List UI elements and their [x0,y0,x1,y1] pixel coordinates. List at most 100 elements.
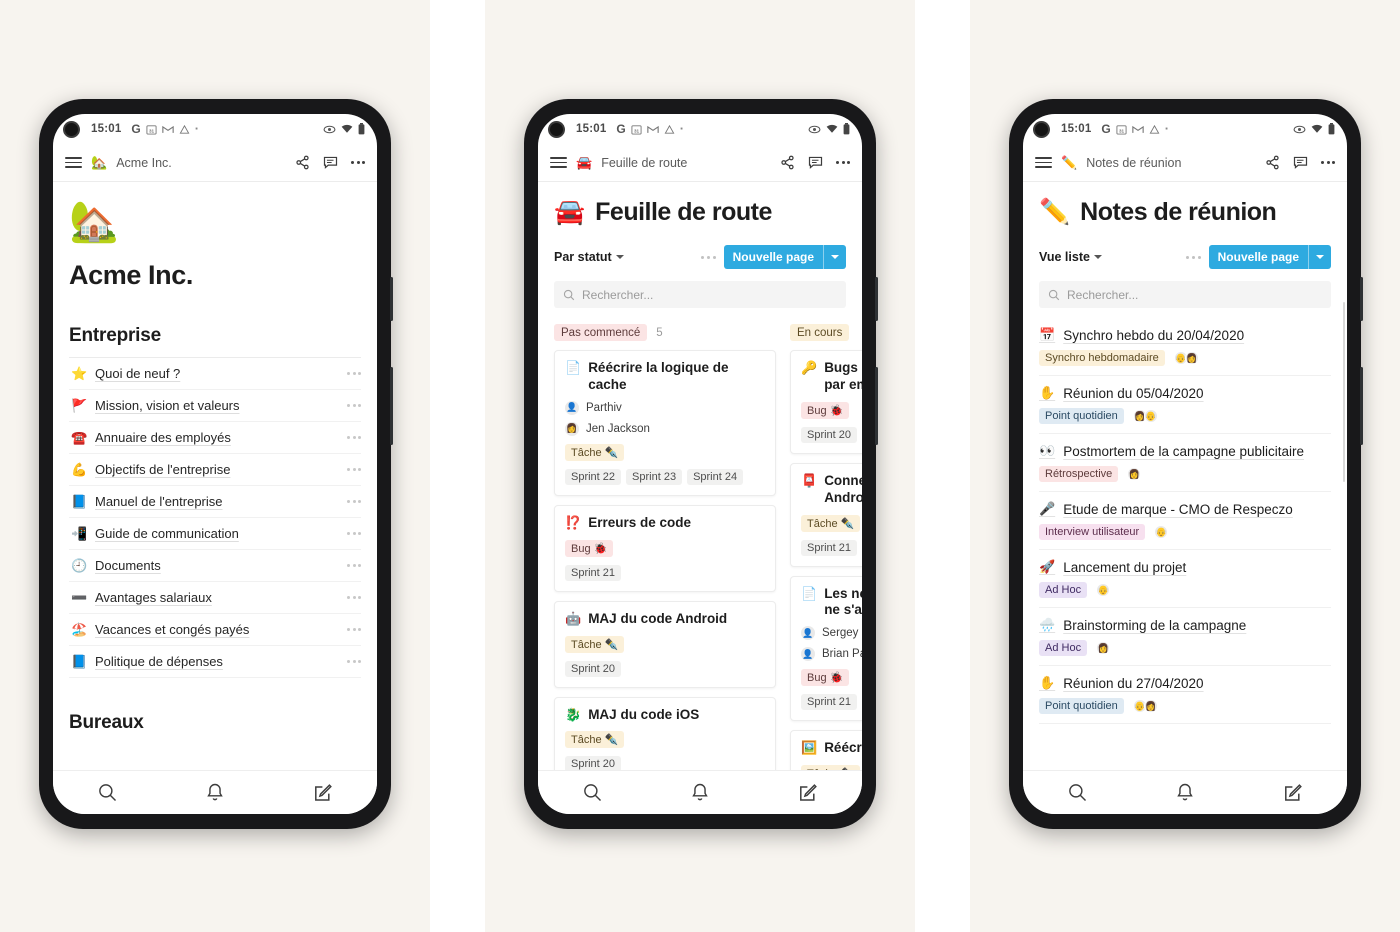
view-selector[interactable]: Par statut [554,250,624,264]
card-tags: Tâche ✒️ [565,731,765,749]
category-badge: Interview utilisateur [1039,524,1146,540]
nav-list-item[interactable]: 🏖️ Vacances et congés payés [69,614,361,646]
search-icon[interactable] [97,782,118,803]
card-assignee: 👤 Parthiv [565,400,765,415]
nav-item-more-icon[interactable] [347,596,361,599]
search-icon[interactable] [582,782,603,803]
list-item[interactable]: ✋ Réunion du 27/04/2020 Point quotidien 👴 👩 [1039,666,1331,724]
new-page-dropdown[interactable] [824,250,846,264]
nav-list-item[interactable]: ➖ Avantages salariaux [69,582,361,614]
nav-list-item[interactable]: ⭐ Quoi de neuf ? [69,358,361,390]
menu-icon[interactable] [1035,156,1052,169]
avatar: 👩 [565,421,579,436]
phone-volume-button[interactable] [875,277,878,321]
kanban-card[interactable]: 🐉 MAJ du code iOS Tâche ✒️ Sprint 20 [554,696,776,770]
bell-icon[interactable] [205,782,225,803]
new-page-button[interactable]: Nouvelle page [723,245,846,269]
nav-item-emoji: 📘 [71,653,88,669]
nav-item-more-icon[interactable] [347,628,361,631]
page-icon-emoji[interactable]: 🚘 [554,200,585,225]
page-title: Acme Inc. [69,260,193,290]
topbar-page-emoji: 🏡 [91,155,108,170]
bell-icon[interactable] [690,782,710,803]
nav-list-item[interactable]: 📘 Politique de dépenses [69,646,361,678]
app-top-bar: 🏡 Acme Inc. [53,144,377,182]
phone-volume-button[interactable] [390,277,393,321]
nav-item-emoji: 🕘 [71,557,88,573]
card-sprints: Sprint 22 Sprint 23 Sprint 24 [565,468,765,485]
comment-icon[interactable] [1293,155,1308,170]
more-options-icon[interactable] [351,161,365,164]
list-item[interactable]: 🌧️ Brainstorming de la campagne Ad Hoc 👩 [1039,608,1331,666]
compose-icon[interactable] [1283,783,1303,803]
status-right-icons [1293,123,1335,135]
nav-item-more-icon[interactable] [347,372,361,375]
card-tags: Bug 🐞 [801,401,862,419]
nav-item-more-icon[interactable] [347,660,361,663]
new-page-button[interactable]: Nouvelle page [1208,245,1331,269]
phone-device-1: 15:01 G 31 · 🏡 Acme Inc. 🏡 Acme Inc. Ent… [39,99,393,829]
share-icon[interactable] [1265,155,1280,170]
nav-list-item[interactable]: 🚩 Mission, vision et valeurs [69,390,361,422]
battery-icon [1328,123,1335,135]
database-more-icon[interactable] [1185,255,1201,259]
kanban-card[interactable]: 📮 Connexion sur Android Tâche ✒️ Sprint 21S… [790,462,862,567]
nav-item-more-icon[interactable] [347,532,361,535]
bell-icon[interactable] [1175,782,1195,803]
kanban-card[interactable]: 🖼️Réécrire le renduTâche ✒️Sprint 23 [790,730,862,770]
nav-list-item[interactable]: 💪 Objectifs de l'entreprise [69,454,361,486]
nav-list-item[interactable]: 📘 Manuel de l'entreprise [69,486,361,518]
menu-icon[interactable] [65,156,82,169]
search-icon[interactable] [1067,782,1088,803]
nav-item-more-icon[interactable] [347,500,361,503]
phone-volume-button[interactable] [1360,277,1363,321]
menu-icon[interactable] [550,156,567,169]
more-options-icon[interactable] [836,161,850,164]
nav-item-more-icon[interactable] [347,404,361,407]
kanban-card[interactable]: 🔑 Bugs de connexion par email Bug 🐞 Sprint … [790,350,862,454]
kanban-card[interactable]: ⁉️ Erreurs de code Bug 🐞 Sprint 21 [554,504,776,592]
kanban-column-status: En cours [790,324,850,341]
phone-power-button[interactable] [875,367,878,445]
phone-power-button[interactable] [390,367,393,445]
card-title: Erreurs de code [588,514,691,530]
scrollbar[interactable] [1342,302,1345,482]
list-item[interactable]: 🚀 Lancement du projet Ad Hoc 👴 [1039,550,1331,608]
view-selector[interactable]: Vue liste [1039,250,1102,264]
kanban-card[interactable]: 📄 Les notifications ne s'affichent pas 👤 Se… [790,575,862,722]
card-emoji: 🤖 [565,610,582,626]
kanban-card[interactable]: 📄 Réécrire la logique de cache 👤 Parthiv 👩 Je… [554,350,776,496]
nav-item-more-icon[interactable] [347,436,361,439]
list-item[interactable]: 🎤 Etude de marque - CMO de Respeczo Interv… [1039,492,1331,550]
new-page-dropdown[interactable] [1309,250,1331,264]
page-icon-emoji[interactable]: ✏️ [1039,200,1070,225]
avatar: 👩 [1096,641,1111,655]
comment-icon[interactable] [323,155,338,170]
chevron-down-icon [1316,255,1324,259]
phone-power-button[interactable] [1360,367,1363,445]
list-item[interactable]: 📅 Synchro hebdo du 20/04/2020 Synchro hebd… [1039,318,1331,376]
nav-list-item[interactable]: ☎️ Annuaire des employés [69,422,361,454]
card-assignee: 👤 Sergey Su [801,626,862,641]
share-icon[interactable] [295,155,310,170]
more-options-icon[interactable] [1321,161,1335,164]
nav-item-more-icon[interactable] [347,564,361,567]
card-title: Connexion sur Android [824,472,862,505]
nav-item-more-icon[interactable] [347,468,361,471]
page-icon-emoji[interactable]: 🏡 [69,202,361,242]
compose-icon[interactable] [798,783,818,803]
compose-icon[interactable] [313,783,333,803]
list-item[interactable]: 👀 Postmortem de la campagne publicitaire R… [1039,434,1331,492]
avatar-group: 👩 👴 [1132,409,1158,423]
search-input[interactable]: Rechercher... [554,281,846,308]
card-emoji: 📮 [801,472,818,488]
kanban-card[interactable]: 🤖 MAJ du code Android Tâche ✒️ Sprint 20 [554,600,776,688]
nav-list-item[interactable]: 🕘 Documents [69,550,361,582]
nav-list-item[interactable]: 📲 Guide de communication [69,518,361,550]
topbar-actions [780,155,850,170]
list-item[interactable]: ✋ Réunion du 05/04/2020 Point quotidien 👩 👴 [1039,376,1331,434]
search-input[interactable]: Rechercher... [1039,281,1331,308]
comment-icon[interactable] [808,155,823,170]
database-more-icon[interactable] [700,255,716,259]
share-icon[interactable] [780,155,795,170]
